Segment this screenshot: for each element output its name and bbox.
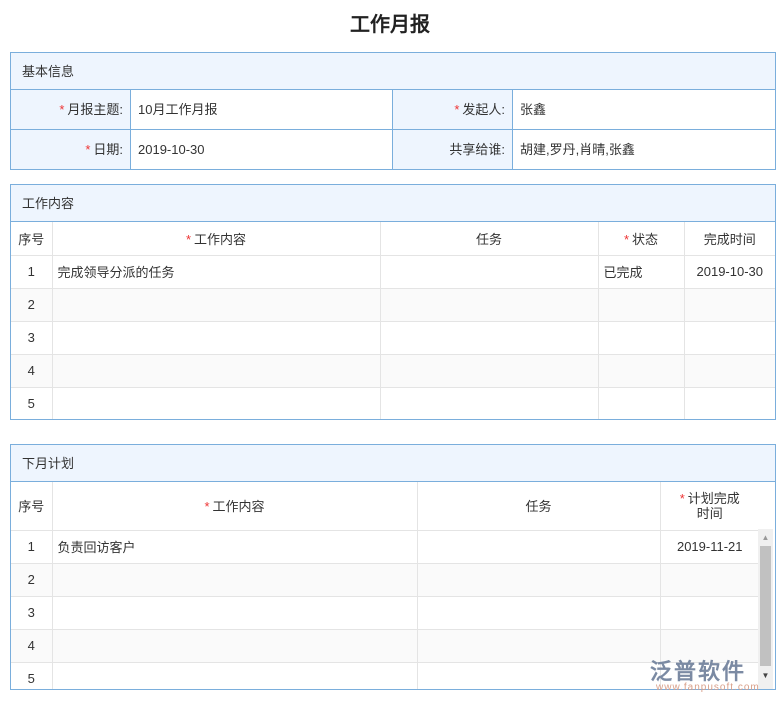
- table-row[interactable]: 1 完成领导分派的任务 已完成 2019-10-30: [11, 255, 775, 289]
- table-row[interactable]: 3: [11, 321, 775, 355]
- table-cell[interactable]: [52, 288, 381, 322]
- col-header: * 计划完成时间: [660, 482, 759, 531]
- plan-table: 序号 * 工作内容 任务 * 计划完成时间 1 负责回访客户 2019-11-21 2 3 4…: [11, 482, 759, 689]
- col-header: * 工作内容: [52, 222, 381, 256]
- table-cell[interactable]: [598, 354, 685, 388]
- col-header: 任务: [380, 222, 599, 256]
- table-cell[interactable]: [52, 662, 418, 689]
- table-cell[interactable]: [417, 563, 661, 597]
- table-cell[interactable]: [684, 321, 775, 355]
- table-cell[interactable]: 2019-11-21: [660, 530, 759, 564]
- table-cell[interactable]: [52, 321, 381, 355]
- col-header: * 工作内容: [52, 482, 418, 531]
- watermark-logo: 泛普软件 www.fanpusoft.com: [650, 659, 760, 693]
- table-cell[interactable]: [52, 596, 418, 630]
- section-header: 工作内容: [11, 185, 775, 222]
- table-cell[interactable]: [417, 596, 661, 630]
- work-content-section: 工作内容 序号 * 工作内容 任务 * 状态 完成时间 1 完成领导分派的任务 已完成 2…: [10, 184, 776, 420]
- table-cell[interactable]: [598, 321, 685, 355]
- date-field[interactable]: 2019-10-30: [131, 130, 393, 169]
- table-cell[interactable]: 已完成: [598, 255, 685, 289]
- field-label-date: * 日期:: [11, 130, 131, 169]
- field-label-share: 共享给谁:: [393, 130, 513, 169]
- table-row[interactable]: 4: [11, 354, 775, 388]
- table-cell[interactable]: [660, 596, 759, 630]
- table-row[interactable]: 5: [11, 387, 775, 419]
- table-cell[interactable]: [684, 354, 775, 388]
- table-cell[interactable]: [417, 629, 661, 663]
- table-row[interactable]: 5: [11, 662, 759, 689]
- scroll-up-icon[interactable]: ▲: [758, 529, 773, 546]
- table-cell[interactable]: [417, 530, 661, 564]
- table-cell[interactable]: [598, 387, 685, 419]
- scroll-down-icon[interactable]: ▼: [758, 666, 773, 686]
- table-cell[interactable]: [380, 255, 599, 289]
- table-cell[interactable]: 完成领导分派的任务: [52, 255, 381, 289]
- table-cell: 1: [11, 530, 53, 564]
- table-cell: 2: [11, 288, 53, 322]
- table-cell[interactable]: [380, 288, 599, 322]
- table-cell[interactable]: [684, 387, 775, 419]
- initiator-field[interactable]: 张鑫: [513, 90, 775, 130]
- share-field[interactable]: 胡建,罗丹,肖晴,张鑫: [513, 130, 775, 169]
- table-cell: 1: [11, 255, 53, 289]
- table-cell: 3: [11, 596, 53, 630]
- table-cell: 3: [11, 321, 53, 355]
- field-label-initiator: * 发起人:: [393, 90, 513, 130]
- col-header: 序号: [11, 222, 53, 256]
- table-cell[interactable]: [684, 288, 775, 322]
- section-header: 下月计划: [11, 445, 775, 482]
- table-cell[interactable]: [417, 662, 661, 689]
- table-cell: 4: [11, 354, 53, 388]
- col-header: * 状态: [598, 222, 685, 256]
- col-header: 任务: [417, 482, 661, 531]
- section-header: 基本信息: [11, 53, 775, 90]
- scrollbar[interactable]: ▲ ▼: [758, 529, 773, 689]
- col-header: 序号: [11, 482, 53, 531]
- table-cell: 5: [11, 387, 53, 419]
- table-cell[interactable]: [52, 563, 418, 597]
- subject-field[interactable]: 10月工作月报: [131, 90, 393, 130]
- table-row[interactable]: 3: [11, 596, 759, 630]
- table-cell[interactable]: [52, 629, 418, 663]
- table-row[interactable]: 2: [11, 563, 759, 597]
- table-row[interactable]: 1 负责回访客户 2019-11-21: [11, 530, 759, 564]
- table-cell: 4: [11, 629, 53, 663]
- table-cell[interactable]: 2019-10-30: [684, 255, 775, 289]
- table-cell[interactable]: [598, 288, 685, 322]
- table-cell[interactable]: [380, 354, 599, 388]
- table-cell[interactable]: [52, 387, 381, 419]
- table-row[interactable]: 2: [11, 288, 775, 322]
- table-cell[interactable]: [660, 563, 759, 597]
- scrollbar-thumb[interactable]: [760, 546, 771, 666]
- table-cell: 2: [11, 563, 53, 597]
- table-cell[interactable]: 负责回访客户: [52, 530, 418, 564]
- table-cell: 5: [11, 662, 53, 689]
- basic-info-section: 基本信息 * 月报主题: 10月工作月报 * 发起人: 张鑫 * 日期: 2019-1…: [10, 52, 776, 170]
- table-row[interactable]: 4: [11, 629, 759, 663]
- table-cell[interactable]: [380, 387, 599, 419]
- work-table: 序号 * 工作内容 任务 * 状态 完成时间 1 完成领导分派的任务 已完成 2019-1…: [11, 222, 775, 419]
- field-label-subject: * 月报主题:: [11, 90, 131, 130]
- table-cell[interactable]: [380, 321, 599, 355]
- col-header: 完成时间: [684, 222, 775, 256]
- page-title: 工作月报: [350, 14, 430, 36]
- table-cell[interactable]: [52, 354, 381, 388]
